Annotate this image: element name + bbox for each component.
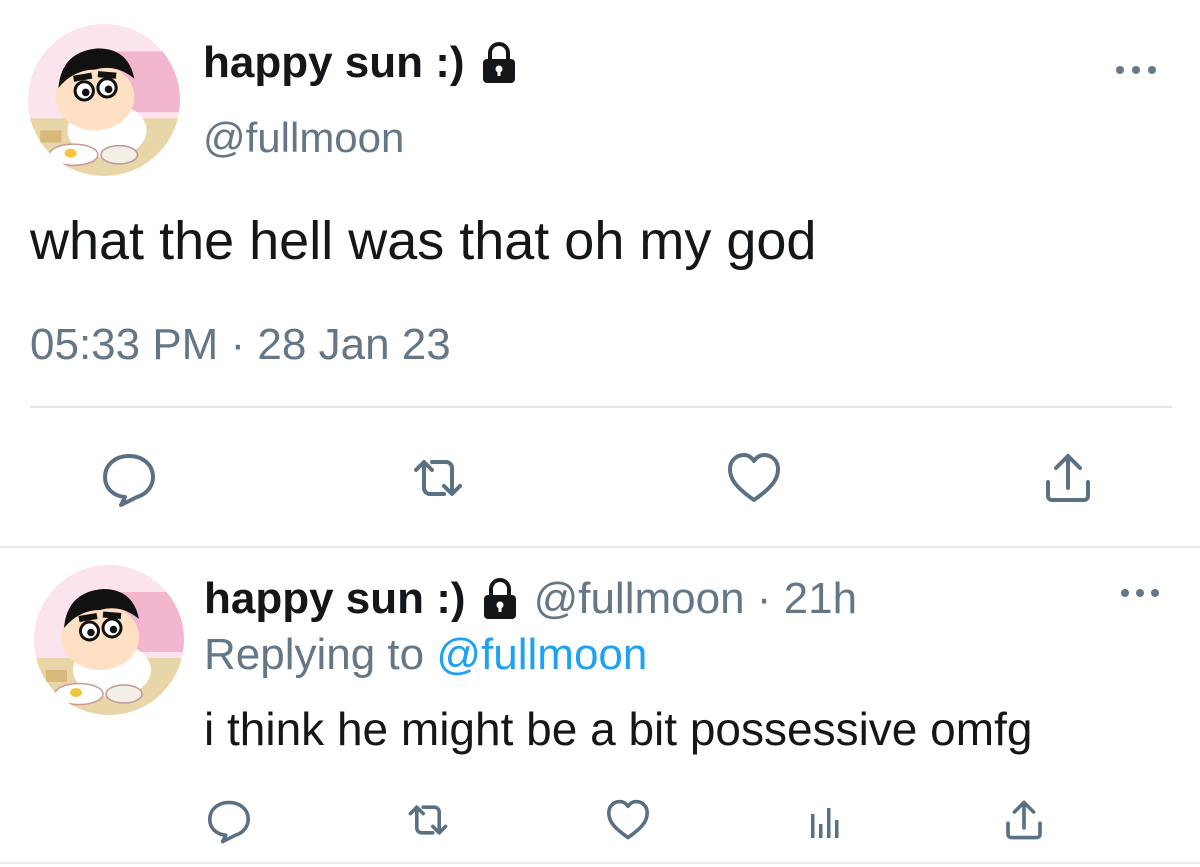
retweet-icon[interactable] [408, 448, 468, 508]
replying-to-line: Replying to @fullmoon [204, 630, 647, 680]
divider [0, 862, 1200, 864]
stats-icon[interactable] [802, 796, 850, 844]
reply-handle-time[interactable]: @fullmoon · 21h [534, 574, 858, 624]
cartoon-boy-avatar [28, 24, 180, 176]
share-icon[interactable] [1000, 796, 1048, 844]
reply-text: i think he might be a bit possessive omf… [204, 703, 1033, 755]
cartoon-boy-avatar [34, 565, 184, 715]
reply-icon[interactable] [205, 796, 253, 844]
tweet-text: what the hell was that oh my god [30, 211, 817, 271]
reply-author-name[interactable]: happy sun :) [204, 574, 466, 624]
reply-header[interactable]: happy sun :) @fullmoon · 21h [204, 574, 857, 624]
lock-icon [479, 41, 519, 85]
author-handle[interactable]: @fullmoon [203, 114, 404, 162]
share-icon[interactable] [1038, 448, 1098, 508]
author-name-row[interactable]: happy sun :) [203, 38, 519, 88]
replying-to-label: Replying to [204, 630, 425, 679]
reply-author-avatar[interactable] [34, 565, 184, 715]
like-icon[interactable] [724, 448, 784, 508]
divider [0, 546, 1200, 548]
like-icon[interactable] [604, 796, 652, 844]
tweet-timestamp[interactable]: 05:33 PM · 28 Jan 23 [30, 320, 451, 370]
author-name[interactable]: happy sun :) [203, 38, 465, 88]
lock-icon [480, 577, 520, 621]
replying-mention-link[interactable]: @fullmoon [436, 630, 647, 679]
retweet-icon[interactable] [404, 796, 452, 844]
divider [30, 406, 1172, 408]
more-dots-icon[interactable] [1112, 60, 1160, 80]
more-dots-icon[interactable] [1118, 584, 1162, 602]
reply-icon[interactable] [99, 448, 159, 508]
author-avatar[interactable] [28, 24, 180, 176]
